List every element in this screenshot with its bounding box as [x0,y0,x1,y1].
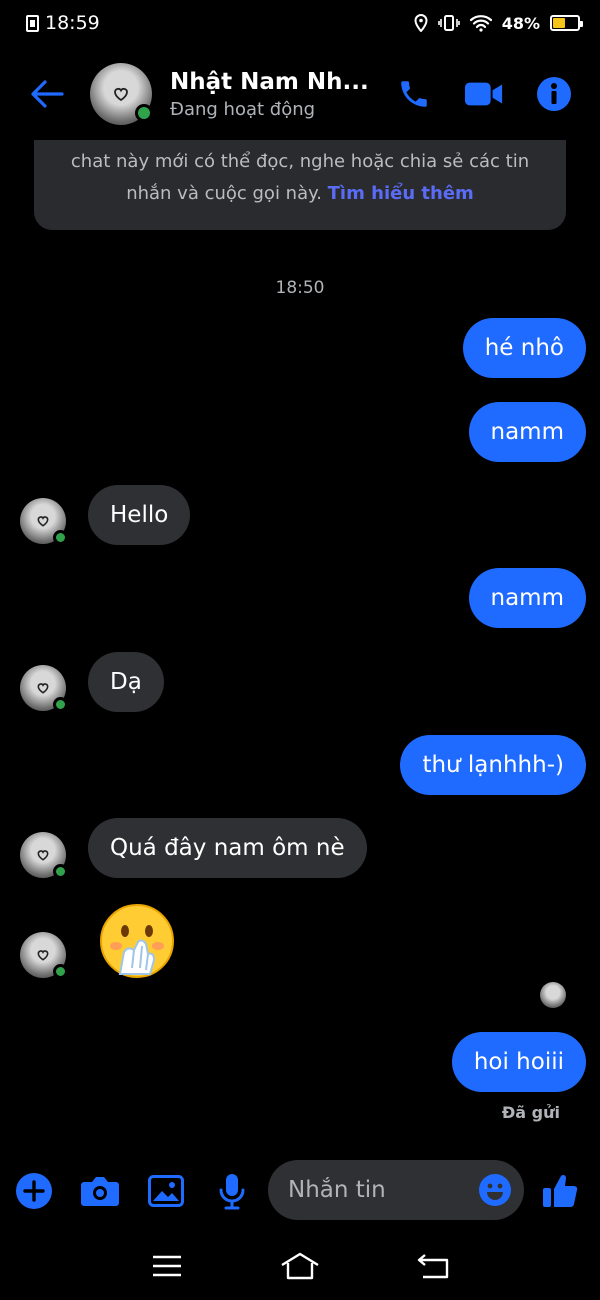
sent-message[interactable]: hoi hoiii [451,1032,586,1092]
contact-info[interactable]: Nhật Nam Nh... Đang hoạt động [170,69,369,120]
heart-icon [37,516,49,527]
received-message[interactable]: Hello [88,485,191,545]
sender-avatar[interactable] [20,932,68,979]
chat-header: Nhật Nam Nh... Đang hoạt động [0,56,600,132]
heart-icon [37,683,49,694]
voice-message-button[interactable] [210,1169,254,1213]
video-call-button[interactable] [464,74,504,114]
sent-message[interactable]: namm [468,568,586,628]
contact-avatar[interactable] [90,63,153,125]
encryption-notice: chat này mới có thể đọc, nghe hoặc chia … [34,140,566,230]
heart-icon [37,850,49,861]
wifi-icon [469,15,492,32]
home-button[interactable] [275,1246,325,1286]
status-bar: 18:59 48% [0,0,600,46]
arrow-left-icon [31,80,64,108]
back-button[interactable] [22,69,72,119]
voice-call-button[interactable] [394,74,434,114]
notice-line-1: chat này mới có thể đọc, nghe hoặc chia … [70,151,530,172]
system-navigation-bar [0,1238,600,1294]
battery-icon [550,15,583,31]
contact-name: Nhật Nam Nh... [170,68,369,95]
online-indicator [53,864,68,879]
sent-message[interactable]: namm [468,402,586,462]
online-indicator [135,104,153,122]
menu-icon [152,1255,181,1277]
received-message[interactable]: Quá đây nam ôm nè [88,818,367,878]
contact-status: Đang hoạt động [170,98,316,120]
status-time: 18:59 [45,12,100,34]
online-indicator [53,697,68,712]
microphone-icon [219,1174,245,1210]
online-indicator [53,964,68,979]
received-message[interactable]: Dạ [88,652,164,712]
notice-line-2: nhắn và cuộc gọi này. [126,183,322,204]
plus-icon [16,1173,52,1209]
read-receipt-avatar [540,982,566,1008]
recent-apps-button[interactable] [142,1246,192,1286]
online-indicator [53,530,68,545]
emoji-icon[interactable] [478,1173,512,1207]
return-icon [418,1254,449,1279]
message-input[interactable] [288,1177,468,1203]
home-icon [281,1252,319,1280]
more-actions-button[interactable] [12,1169,56,1213]
camera-icon [81,1177,119,1206]
sent-message[interactable]: hé nhô [462,318,586,378]
sender-avatar[interactable] [20,498,68,545]
system-back-button[interactable] [408,1246,458,1286]
message-input-field[interactable] [268,1160,524,1220]
video-camera-icon [464,82,503,106]
heart-icon [114,88,128,102]
sent-message[interactable]: thư lạnhhh-) [400,735,586,795]
image-icon [148,1175,184,1207]
learn-more-link[interactable]: Tìm hiểu thêm [328,183,474,204]
sender-avatar[interactable] [20,665,68,712]
heart-icon [37,950,49,961]
location-icon [414,14,428,32]
phone-icon [401,81,427,107]
like-button[interactable] [538,1169,582,1213]
camera-button[interactable] [78,1169,122,1213]
info-button[interactable] [534,74,574,114]
info-icon [537,77,571,111]
thumbs-up-icon [543,1174,578,1207]
message-composer [0,1156,600,1226]
battery-percent: 48% [501,13,540,33]
message-timestamp: 18:50 [275,278,325,298]
face-with-hand-over-mouth-emoji[interactable] [98,902,176,980]
battery-level [553,18,565,28]
sent-status: Đã gửi [501,1103,560,1122]
vibrate-icon [437,15,460,31]
gallery-button[interactable] [144,1169,188,1213]
sender-avatar[interactable] [20,832,68,879]
sim-card-icon [26,14,39,32]
